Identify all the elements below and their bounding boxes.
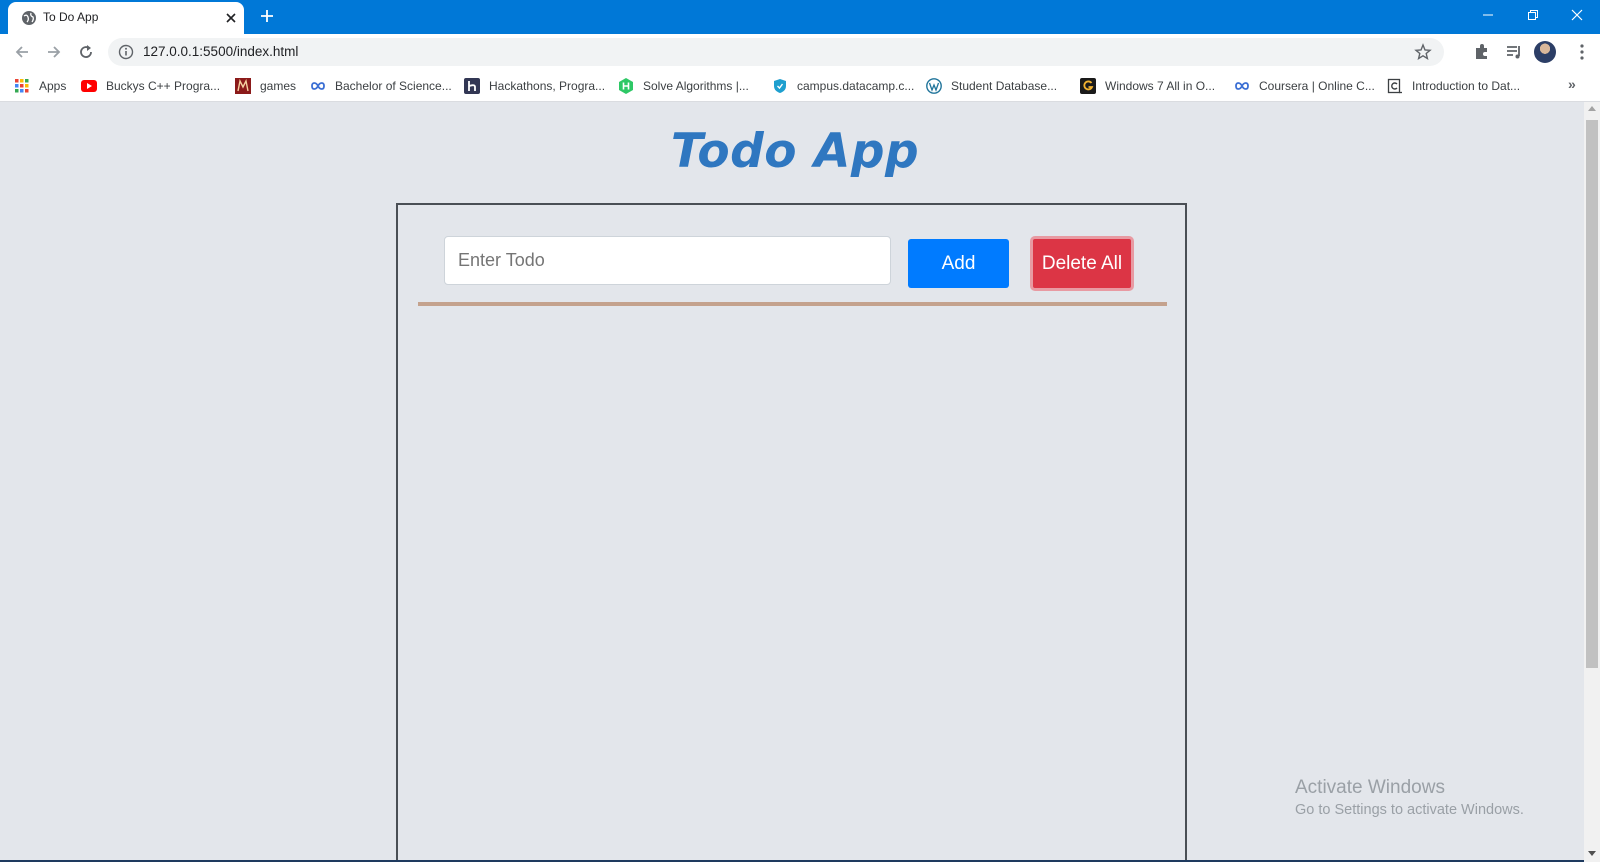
watermark-title: Activate Windows: [1295, 777, 1445, 798]
bookmark-label: games: [260, 79, 297, 93]
minimize-icon: [1483, 14, 1493, 16]
profile-avatar[interactable]: [1534, 41, 1556, 63]
todo-input[interactable]: [444, 236, 891, 285]
browser-titlebar: To Do App: [0, 0, 1600, 34]
bookmark-hackathons[interactable]: Hackathons, Progra...: [464, 76, 605, 96]
bookmark-label: Student Database...: [951, 79, 1058, 93]
browser-toolbar: 127.0.0.1:5500/index.html: [0, 34, 1600, 70]
infinity-icon: [310, 78, 326, 94]
divider: [418, 302, 1167, 306]
globe-icon: [22, 11, 36, 25]
close-window-button[interactable]: [1554, 0, 1600, 30]
bookmark-buckys[interactable]: Buckys C++ Progra...: [81, 76, 220, 96]
bookmark-games[interactable]: games: [235, 76, 296, 96]
bookmark-label: Windows 7 All in O...: [1105, 79, 1216, 93]
address-bar[interactable]: 127.0.0.1:5500/index.html: [108, 38, 1444, 66]
bookmark-windows7[interactable]: Windows 7 All in O...: [1080, 76, 1215, 96]
close-icon: [1571, 9, 1583, 21]
bookmark-introduction[interactable]: Introduction to Dat...: [1387, 76, 1520, 96]
watermark-subtitle: Go to Settings to activate Windows.: [1295, 802, 1524, 818]
wordpress-icon: [926, 78, 942, 94]
page-title: Todo App: [670, 124, 920, 179]
reload-icon[interactable]: [77, 43, 95, 61]
bookmark-label: Buckys C++ Progra...: [106, 79, 221, 93]
delete-all-button[interactable]: Delete All: [1030, 236, 1134, 291]
bookmark-label: campus.datacamp.c...: [797, 79, 915, 93]
bookmark-label: Bachelor of Science...: [335, 79, 452, 93]
shield-icon: [772, 78, 788, 94]
bookmark-label: Solve Algorithms |...: [643, 79, 749, 93]
chevron-double-right-icon[interactable]: »: [1568, 76, 1576, 92]
todo-container: Add Delete All: [396, 203, 1187, 862]
hackerrank-icon: [618, 78, 634, 94]
info-icon[interactable]: [118, 44, 134, 60]
apps-grid-icon: [14, 78, 30, 94]
media-playlist-icon[interactable]: [1504, 42, 1524, 62]
back-arrow-icon[interactable]: [13, 43, 31, 61]
bookmark-star-icon[interactable]: [1414, 43, 1432, 61]
windows-activation-watermark: Activate Windows Go to Settings to activ…: [1295, 777, 1524, 818]
forward-arrow-icon[interactable]: [45, 43, 63, 61]
restore-button[interactable]: [1510, 0, 1556, 30]
tab-title: To Do App: [43, 10, 99, 24]
games-icon: [235, 78, 251, 94]
url-text[interactable]: 127.0.0.1:5500/index.html: [143, 44, 298, 59]
todo-list: [418, 315, 1167, 862]
infinity-icon: [1234, 78, 1250, 94]
bookmark-label: Hackathons, Progra...: [489, 79, 606, 93]
bookmark-apps[interactable]: Apps: [14, 76, 66, 96]
bookmarks-bar: Apps Buckys C++ Progra... games Bachelor…: [0, 70, 1600, 102]
new-tab-icon[interactable]: [259, 8, 275, 24]
close-tab-icon[interactable]: [222, 9, 240, 27]
minimize-button[interactable]: [1465, 0, 1511, 30]
scrollbar-thumb[interactable]: [1586, 120, 1598, 668]
bookmark-datacamp[interactable]: campus.datacamp.c...: [772, 76, 914, 96]
kebab-menu-icon[interactable]: [1572, 42, 1592, 62]
vertical-scrollbar[interactable]: [1584, 102, 1600, 862]
bookmark-label: Coursera | Online C...: [1259, 79, 1375, 93]
bookmark-label: Introduction to Dat...: [1412, 79, 1521, 93]
bookmark-solve-algorithms[interactable]: Solve Algorithms |...: [618, 76, 749, 96]
hackerearth-icon: [464, 78, 480, 94]
extensions-puzzle-icon[interactable]: [1472, 42, 1492, 62]
scroll-up-arrow-icon[interactable]: [1588, 106, 1596, 111]
restore-icon: [1528, 10, 1538, 20]
bookmark-label: Apps: [39, 79, 67, 93]
g-icon: [1080, 78, 1096, 94]
document-c-icon: [1387, 78, 1403, 94]
page-viewport: Todo App Add Delete All Activate Windows…: [0, 102, 1584, 862]
bookmark-coursera[interactable]: Coursera | Online C...: [1234, 76, 1375, 96]
youtube-icon: [81, 78, 97, 94]
bookmark-student-database[interactable]: Student Database...: [926, 76, 1057, 96]
bookmark-bachelor[interactable]: Bachelor of Science...: [310, 76, 452, 96]
browser-tab[interactable]: To Do App: [8, 2, 244, 34]
add-button[interactable]: Add: [908, 239, 1009, 288]
scroll-down-arrow-icon[interactable]: [1588, 851, 1596, 856]
